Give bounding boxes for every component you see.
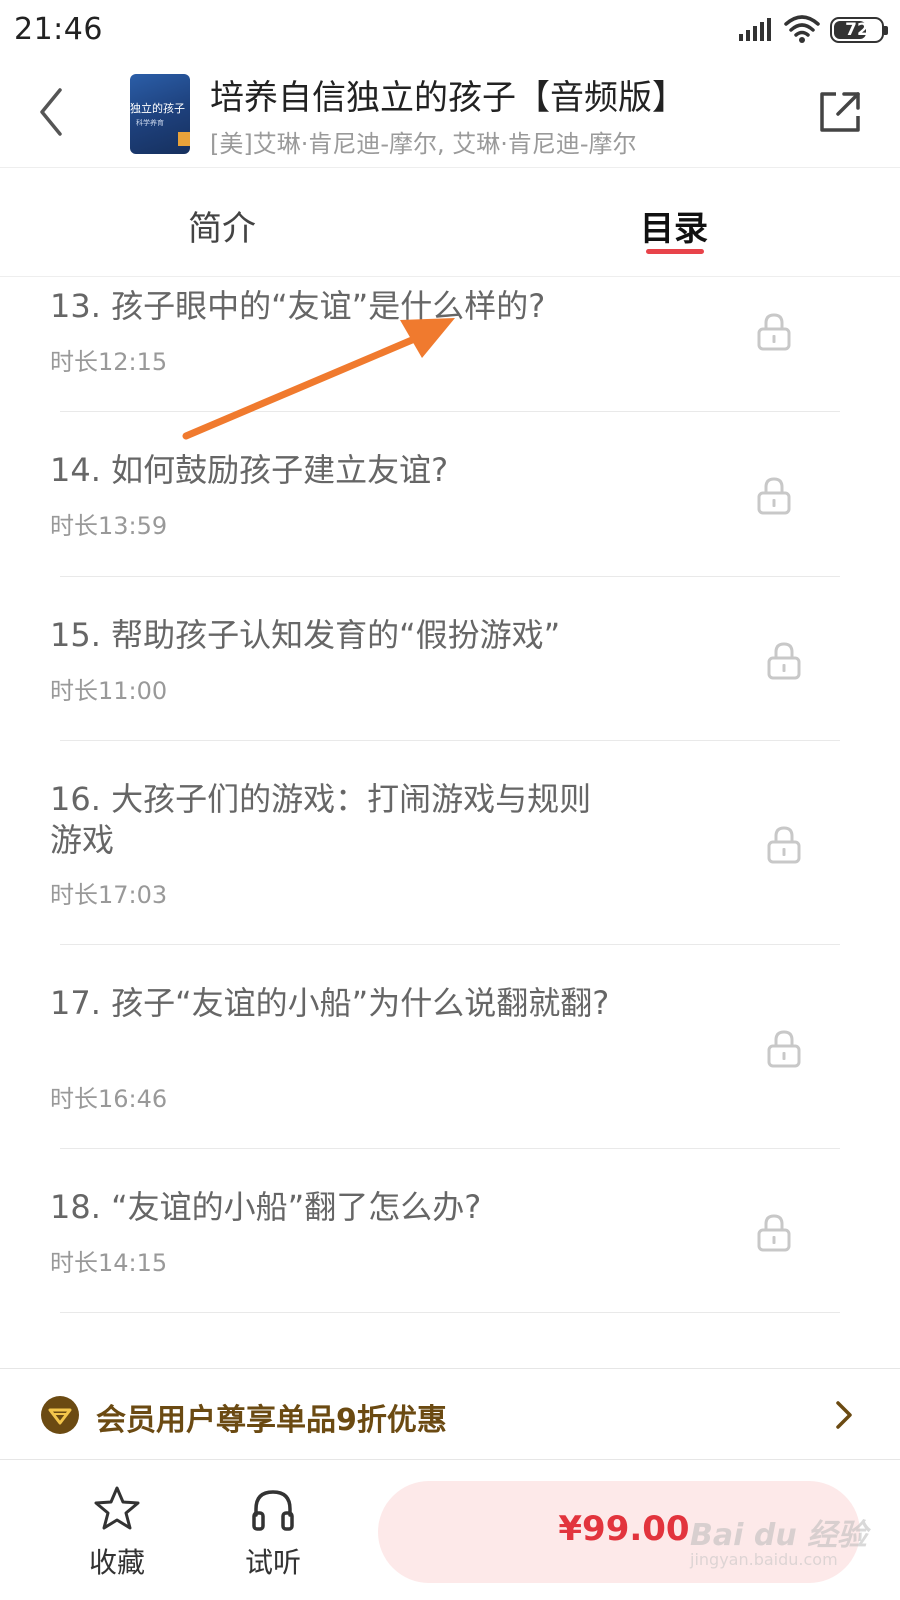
tab-intro[interactable]: 简介 xyxy=(188,201,256,250)
cover-title: 独立的孩子 xyxy=(130,102,185,115)
chapter-list[interactable]: 13. 孩子眼中的“友谊”是什么样的? 时长12:15 14. 如何鼓励孩子建立… xyxy=(0,278,900,1368)
chapter-duration: 时长16:46 xyxy=(50,1085,168,1113)
chapter-title: 16. 大孩子们的游戏：打闹游戏与规则游戏 xyxy=(50,780,592,859)
member-discount-text: 会员用户尊享单品9折优惠 xyxy=(96,1403,447,1438)
battery-nub xyxy=(884,26,888,35)
headphones-icon xyxy=(252,1490,294,1531)
member-icon xyxy=(41,1396,79,1434)
watermark: Bai du 经验 jingyan.baidu.com xyxy=(690,1500,890,1580)
tab-bar: 简介 目录 xyxy=(0,169,900,277)
lock-icon xyxy=(757,1214,791,1252)
chapter-item[interactable]: 16. 大孩子们的游戏：打闹游戏与规则游戏 时长17:03 xyxy=(0,741,900,945)
chapter-duration: 时长12:15 xyxy=(50,348,168,376)
lock-icon xyxy=(767,642,801,680)
wifi-icon xyxy=(784,15,820,43)
cover-badge xyxy=(178,132,190,146)
preview-listen-button[interactable]: 试听 xyxy=(218,1481,328,1581)
book-title: 培养自信独立的孩子【音频版】 xyxy=(210,78,686,118)
chapter-duration: 时长17:03 xyxy=(50,881,168,909)
chapter-item[interactable]: 13. 孩子眼中的“友谊”是什么样的? 时长12:15 xyxy=(0,278,900,412)
back-button[interactable] xyxy=(30,80,74,144)
watermark-text: Bai du 经验 xyxy=(690,1518,868,1553)
cover-subtitle: 科学养育 xyxy=(136,119,164,127)
chapter-duration: 时长11:00 xyxy=(50,677,168,705)
battery-level: 72 xyxy=(845,20,869,40)
status-bar: 21:46 72 xyxy=(0,0,900,62)
preview-listen-label: 试听 xyxy=(244,1546,301,1579)
chapter-item[interactable]: 14. 如何鼓励孩子建立友谊? 时长13:59 xyxy=(0,412,900,576)
active-tab-indicator xyxy=(646,249,704,254)
battery-indicator: 72 xyxy=(830,17,888,43)
status-time: 21:46 xyxy=(14,12,103,47)
lock-icon xyxy=(757,477,791,515)
chapter-item[interactable]: 18. “友谊的小船”翻了怎么办? 时长14:15 xyxy=(0,1149,900,1313)
chevron-right-icon xyxy=(836,1401,852,1429)
favorite-label: 收藏 xyxy=(88,1546,145,1579)
lock-icon xyxy=(757,313,791,351)
chapter-item[interactable]: 17. 孩子“友谊的小船”为什么说翻就翻? 时长16:46 xyxy=(0,945,900,1149)
signal-icon xyxy=(739,18,771,41)
star-icon xyxy=(94,1486,140,1530)
book-author: [美]艾琳·肯尼迪-摩尔, 艾琳·肯尼迪-摩尔 xyxy=(210,130,637,158)
chapter-title: 13. 孩子眼中的“友谊”是什么样的? xyxy=(50,287,546,325)
lock-icon xyxy=(767,1030,801,1068)
watermark-url: jingyan.baidu.com xyxy=(690,1550,838,1569)
chapter-title: 18. “友谊的小船”翻了怎么办? xyxy=(50,1188,482,1226)
chapter-title: 14. 如何鼓励孩子建立友谊? xyxy=(50,451,449,489)
chapter-duration: 时长13:59 xyxy=(50,512,168,540)
divider xyxy=(60,1312,840,1313)
share-button[interactable] xyxy=(816,88,864,136)
header: 独立的孩子 科学养育 培养自信独立的孩子【音频版】 [美]艾琳·肯尼迪-摩尔, … xyxy=(0,62,900,168)
book-cover[interactable]: 独立的孩子 科学养育 xyxy=(130,74,190,154)
member-discount-banner[interactable]: 会员用户尊享单品9折优惠 xyxy=(0,1368,900,1460)
chapter-title: 17. 孩子“友谊的小船”为什么说翻就翻? xyxy=(50,984,610,1022)
favorite-button[interactable]: 收藏 xyxy=(62,1481,172,1581)
chapter-item[interactable]: 15. 帮助孩子认知发育的“假扮游戏” 时长11:00 xyxy=(0,577,900,741)
chapter-duration: 时长14:15 xyxy=(50,1249,168,1277)
share-icon xyxy=(820,92,860,132)
tab-catalog[interactable]: 目录 xyxy=(640,201,708,250)
lock-icon xyxy=(767,826,801,864)
back-icon xyxy=(40,88,62,136)
chapter-title: 15. 帮助孩子认知发育的“假扮游戏” xyxy=(50,616,561,654)
